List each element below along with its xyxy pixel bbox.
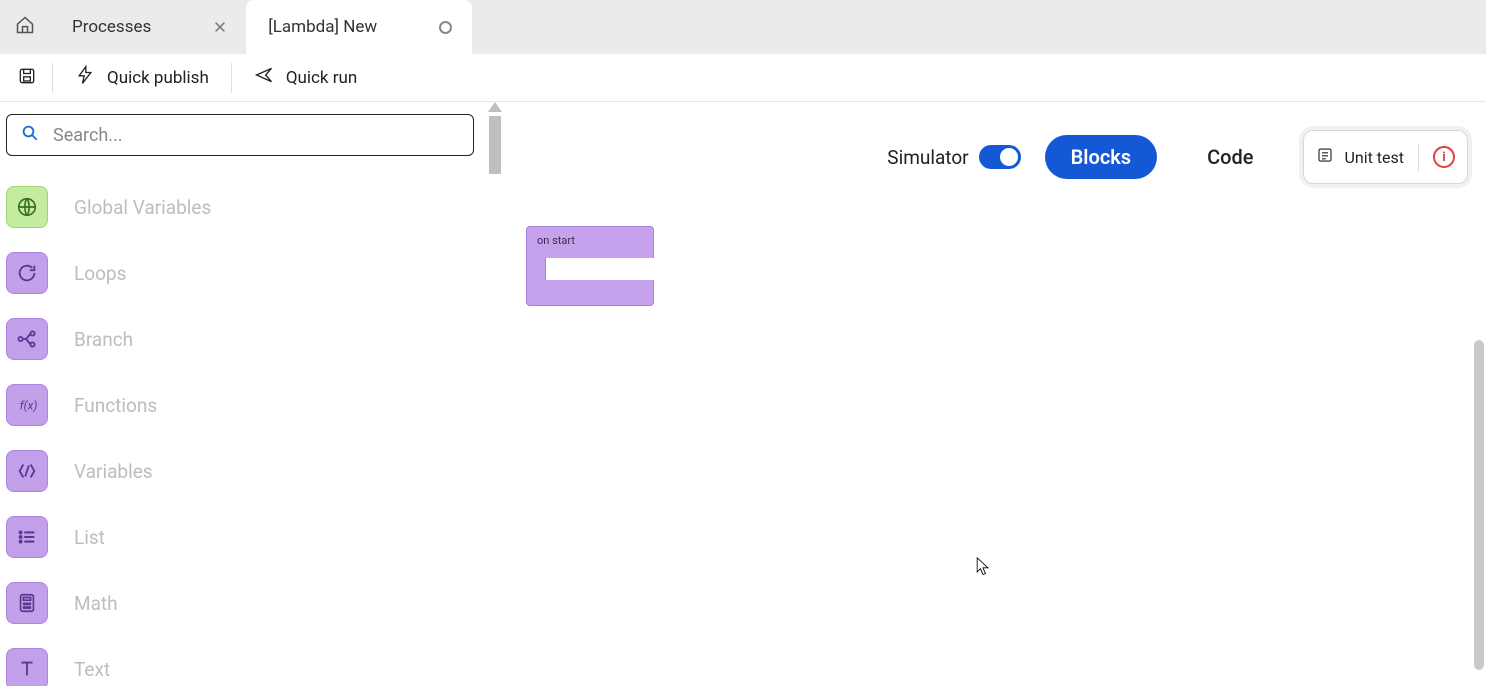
block-canvas[interactable]: Simulator Blocks Code Unit test i on sta… <box>482 102 1486 686</box>
on-start-block[interactable]: on start <box>526 226 654 306</box>
category-label: List <box>74 526 105 549</box>
category-global-variables[interactable]: Global Variables <box>6 174 474 240</box>
search-input[interactable] <box>53 125 459 146</box>
code-variable-icon <box>6 450 48 492</box>
window-scrollbar[interactable] <box>1474 340 1484 670</box>
category-label: Functions <box>74 394 157 417</box>
scroll-thumb[interactable] <box>489 116 501 174</box>
divider <box>231 63 232 93</box>
code-label: Code <box>1207 145 1253 169</box>
text-icon <box>6 648 48 686</box>
category-list[interactable]: List <box>6 504 474 570</box>
info-error-icon[interactable]: i <box>1433 146 1455 168</box>
quick-run-button[interactable]: Quick run <box>240 59 371 96</box>
block-header: on start <box>526 226 654 258</box>
category-label: Loops <box>74 262 126 285</box>
unit-test-panel[interactable]: Unit test i <box>1303 130 1468 184</box>
list-icon <box>6 516 48 558</box>
block-category-sidebar: Global Variables Loops Branch f(x) Funct… <box>0 102 482 686</box>
search-icon <box>21 124 39 146</box>
category-branch[interactable]: Branch <box>6 306 474 372</box>
simulator-toggle[interactable] <box>979 145 1021 169</box>
block-label: on start <box>537 234 575 247</box>
category-label: Global Variables <box>74 196 211 219</box>
tab-lambda-new[interactable]: [Lambda] New <box>246 0 472 54</box>
view-code-button[interactable]: Code <box>1181 135 1279 179</box>
loop-icon <box>6 252 48 294</box>
category-loops[interactable]: Loops <box>6 240 474 306</box>
category-label: Math <box>74 592 118 615</box>
category-label: Branch <box>74 328 133 351</box>
save-icon <box>17 66 37 90</box>
home-icon <box>15 15 35 39</box>
category-math[interactable]: Math <box>6 570 474 636</box>
search-field-wrapper[interactable] <box>6 114 474 156</box>
quick-publish-label: Quick publish <box>107 68 209 88</box>
globe-icon <box>6 186 48 228</box>
tab-label: [Lambda] New <box>268 17 377 37</box>
quick-publish-button[interactable]: Quick publish <box>61 59 223 96</box>
unit-test-label: Unit test <box>1344 148 1404 167</box>
tab-processes[interactable]: Processes <box>50 0 246 54</box>
branch-icon <box>6 318 48 360</box>
block-footer <box>526 280 654 306</box>
home-button[interactable] <box>0 0 50 54</box>
unsaved-indicator-icon <box>437 19 454 36</box>
divider <box>52 63 53 93</box>
lightning-icon <box>75 65 95 90</box>
quick-run-label: Quick run <box>286 68 357 88</box>
scroll-up-arrow-icon[interactable] <box>488 102 502 112</box>
category-label: Variables <box>74 460 153 483</box>
save-button[interactable] <box>10 61 44 95</box>
canvas-top-controls: Simulator Blocks Code Unit test i <box>887 130 1468 184</box>
view-blocks-button[interactable]: Blocks <box>1045 135 1157 179</box>
category-text[interactable]: Text <box>6 636 474 686</box>
send-icon <box>254 65 274 90</box>
block-body-slot[interactable] <box>526 258 654 280</box>
tab-bar: Processes [Lambda] New <box>0 0 1486 54</box>
divider <box>1418 143 1419 171</box>
category-functions[interactable]: f(x) Functions <box>6 372 474 438</box>
close-icon[interactable] <box>211 19 228 36</box>
checklist-icon <box>1316 146 1334 168</box>
blocks-label: Blocks <box>1071 145 1131 169</box>
fx-icon: f(x) <box>6 384 48 426</box>
category-variables[interactable]: Variables <box>6 438 474 504</box>
canvas-scrollbar[interactable] <box>488 102 502 686</box>
simulator-label: Simulator <box>887 146 968 169</box>
calculator-icon <box>6 582 48 624</box>
main-area: Global Variables Loops Branch f(x) Funct… <box>0 102 1486 686</box>
action-bar: Quick publish Quick run <box>0 54 1486 102</box>
category-label: Text <box>74 658 110 681</box>
simulator-toggle-group: Simulator <box>887 145 1020 169</box>
mouse-cursor-icon <box>976 557 990 581</box>
svg-text:f(x): f(x) <box>20 399 38 413</box>
tab-label: Processes <box>72 17 151 37</box>
